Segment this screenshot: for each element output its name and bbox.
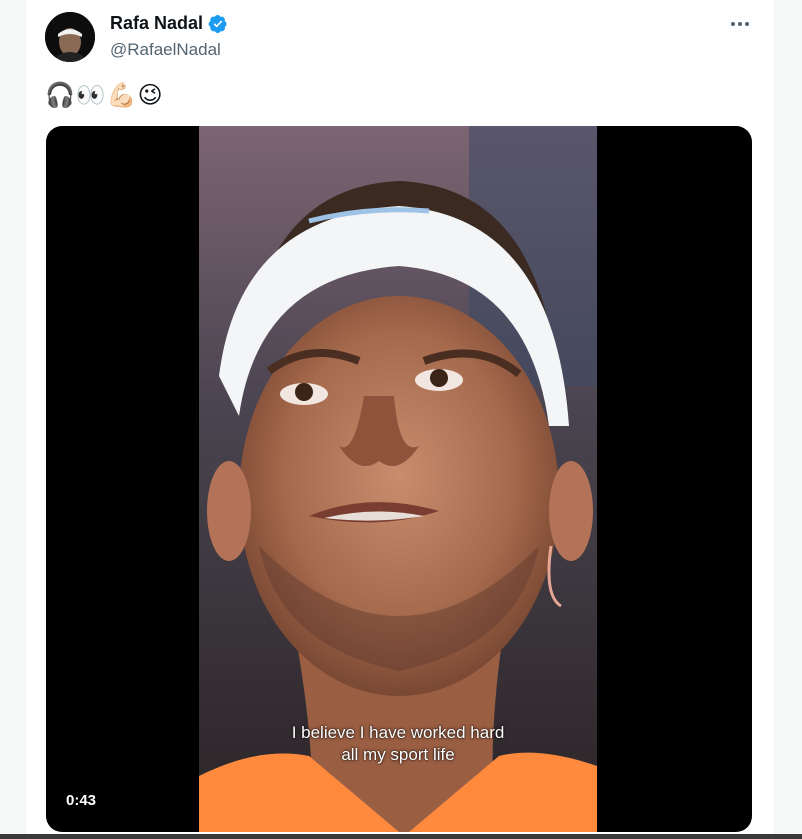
video-player[interactable]: I believe I have worked hard all my spor… (46, 126, 752, 832)
tweet-text: 🎧👀💪🏻😉 (45, 82, 164, 109)
page-background-left (0, 0, 25, 839)
video-frame[interactable]: I believe I have worked hard all my spor… (199, 126, 597, 832)
video-subtitle: I believe I have worked hard all my spor… (199, 722, 597, 766)
verified-badge-icon[interactable] (208, 14, 228, 34)
page-background-right (774, 0, 802, 839)
author-display-name[interactable]: Rafa Nadal (110, 13, 203, 34)
bottom-divider (0, 834, 802, 839)
video-duration: 0:43 (66, 792, 97, 809)
author-handle[interactable]: @RafaelNadal (110, 40, 221, 60)
avatar-photo (45, 12, 95, 62)
avatar[interactable] (45, 12, 95, 62)
video-subtitle-line-1: I believe I have worked hard (291, 723, 505, 742)
video-subtitle-line-2: all my sport life (341, 745, 455, 764)
more-options-icon (731, 22, 749, 26)
more-options-button[interactable] (726, 12, 754, 36)
author-name-row: Rafa Nadal (110, 13, 228, 34)
